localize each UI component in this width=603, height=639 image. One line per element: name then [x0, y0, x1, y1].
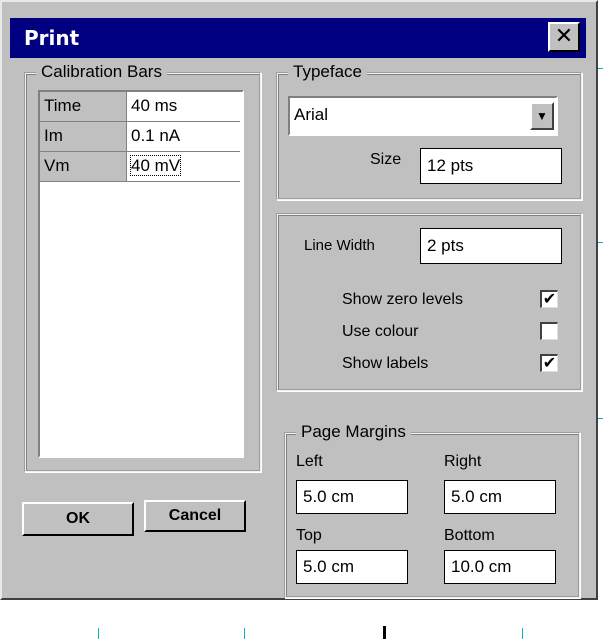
page-margins-label: Page Margins: [296, 422, 411, 442]
font-select[interactable]: Arial ▼: [288, 96, 558, 136]
size-label: Size: [370, 151, 402, 168]
show-zero-levels-label: Show zero levels: [342, 291, 463, 308]
row-value[interactable]: 40 ms: [127, 92, 240, 122]
close-button[interactable]: ✕: [548, 22, 580, 52]
ok-button[interactable]: OK: [22, 502, 134, 536]
table-row[interactable]: Im 0.1 nA: [40, 122, 242, 152]
right-margin-label: Right: [444, 453, 482, 470]
line-width-input[interactable]: 2 pts: [420, 228, 562, 264]
row-name: Time: [40, 92, 126, 122]
grid-tick: [98, 628, 99, 639]
bottom-margin-input[interactable]: 10.0 cm: [444, 550, 556, 584]
top-margin-input[interactable]: 5.0 cm: [296, 550, 408, 584]
left-margin-label: Left: [296, 453, 323, 470]
font-select-value: Arial: [294, 105, 329, 124]
show-labels-checkbox[interactable]: ✔: [540, 354, 558, 372]
axis-mark: [383, 626, 386, 639]
row-name: Vm: [40, 152, 126, 182]
size-input[interactable]: 12 pts: [420, 148, 562, 184]
table-row[interactable]: Vm 40 mV: [40, 152, 242, 182]
grid-tick: [244, 628, 245, 639]
left-margin-input[interactable]: 5.0 cm: [296, 480, 408, 514]
top-margin-label: Top: [296, 527, 322, 544]
row-value[interactable]: 40 mV: [127, 152, 240, 182]
dialog-title: Print: [24, 26, 80, 50]
dropdown-button[interactable]: ▼: [530, 102, 554, 130]
row-value[interactable]: 0.1 nA: [127, 122, 240, 152]
cancel-button[interactable]: Cancel: [144, 500, 246, 532]
show-labels-label: Show labels: [342, 355, 429, 372]
use-colour-label: Use colour: [342, 323, 419, 340]
show-zero-levels-checkbox[interactable]: ✔: [540, 290, 558, 308]
right-margin-input[interactable]: 5.0 cm: [444, 480, 556, 514]
grid-divider: [126, 92, 127, 182]
bottom-margin-label: Bottom: [444, 527, 495, 544]
close-icon: ✕: [554, 24, 574, 49]
line-width-label: Line Width: [304, 237, 375, 254]
check-icon: ✔: [542, 289, 557, 308]
title-bar: [10, 18, 586, 58]
grid-tick: [522, 628, 523, 639]
calibration-bars-label: Calibration Bars: [36, 62, 167, 82]
use-colour-checkbox[interactable]: [540, 322, 558, 340]
chevron-down-icon: ▼: [536, 109, 548, 123]
typeface-label: Typeface: [288, 62, 367, 82]
check-icon: ✔: [542, 353, 557, 372]
table-row[interactable]: Time 40 ms: [40, 92, 242, 122]
calibration-grid[interactable]: Time 40 ms Im 0.1 nA Vm 40 mV: [38, 90, 244, 458]
row-name: Im: [40, 122, 126, 152]
